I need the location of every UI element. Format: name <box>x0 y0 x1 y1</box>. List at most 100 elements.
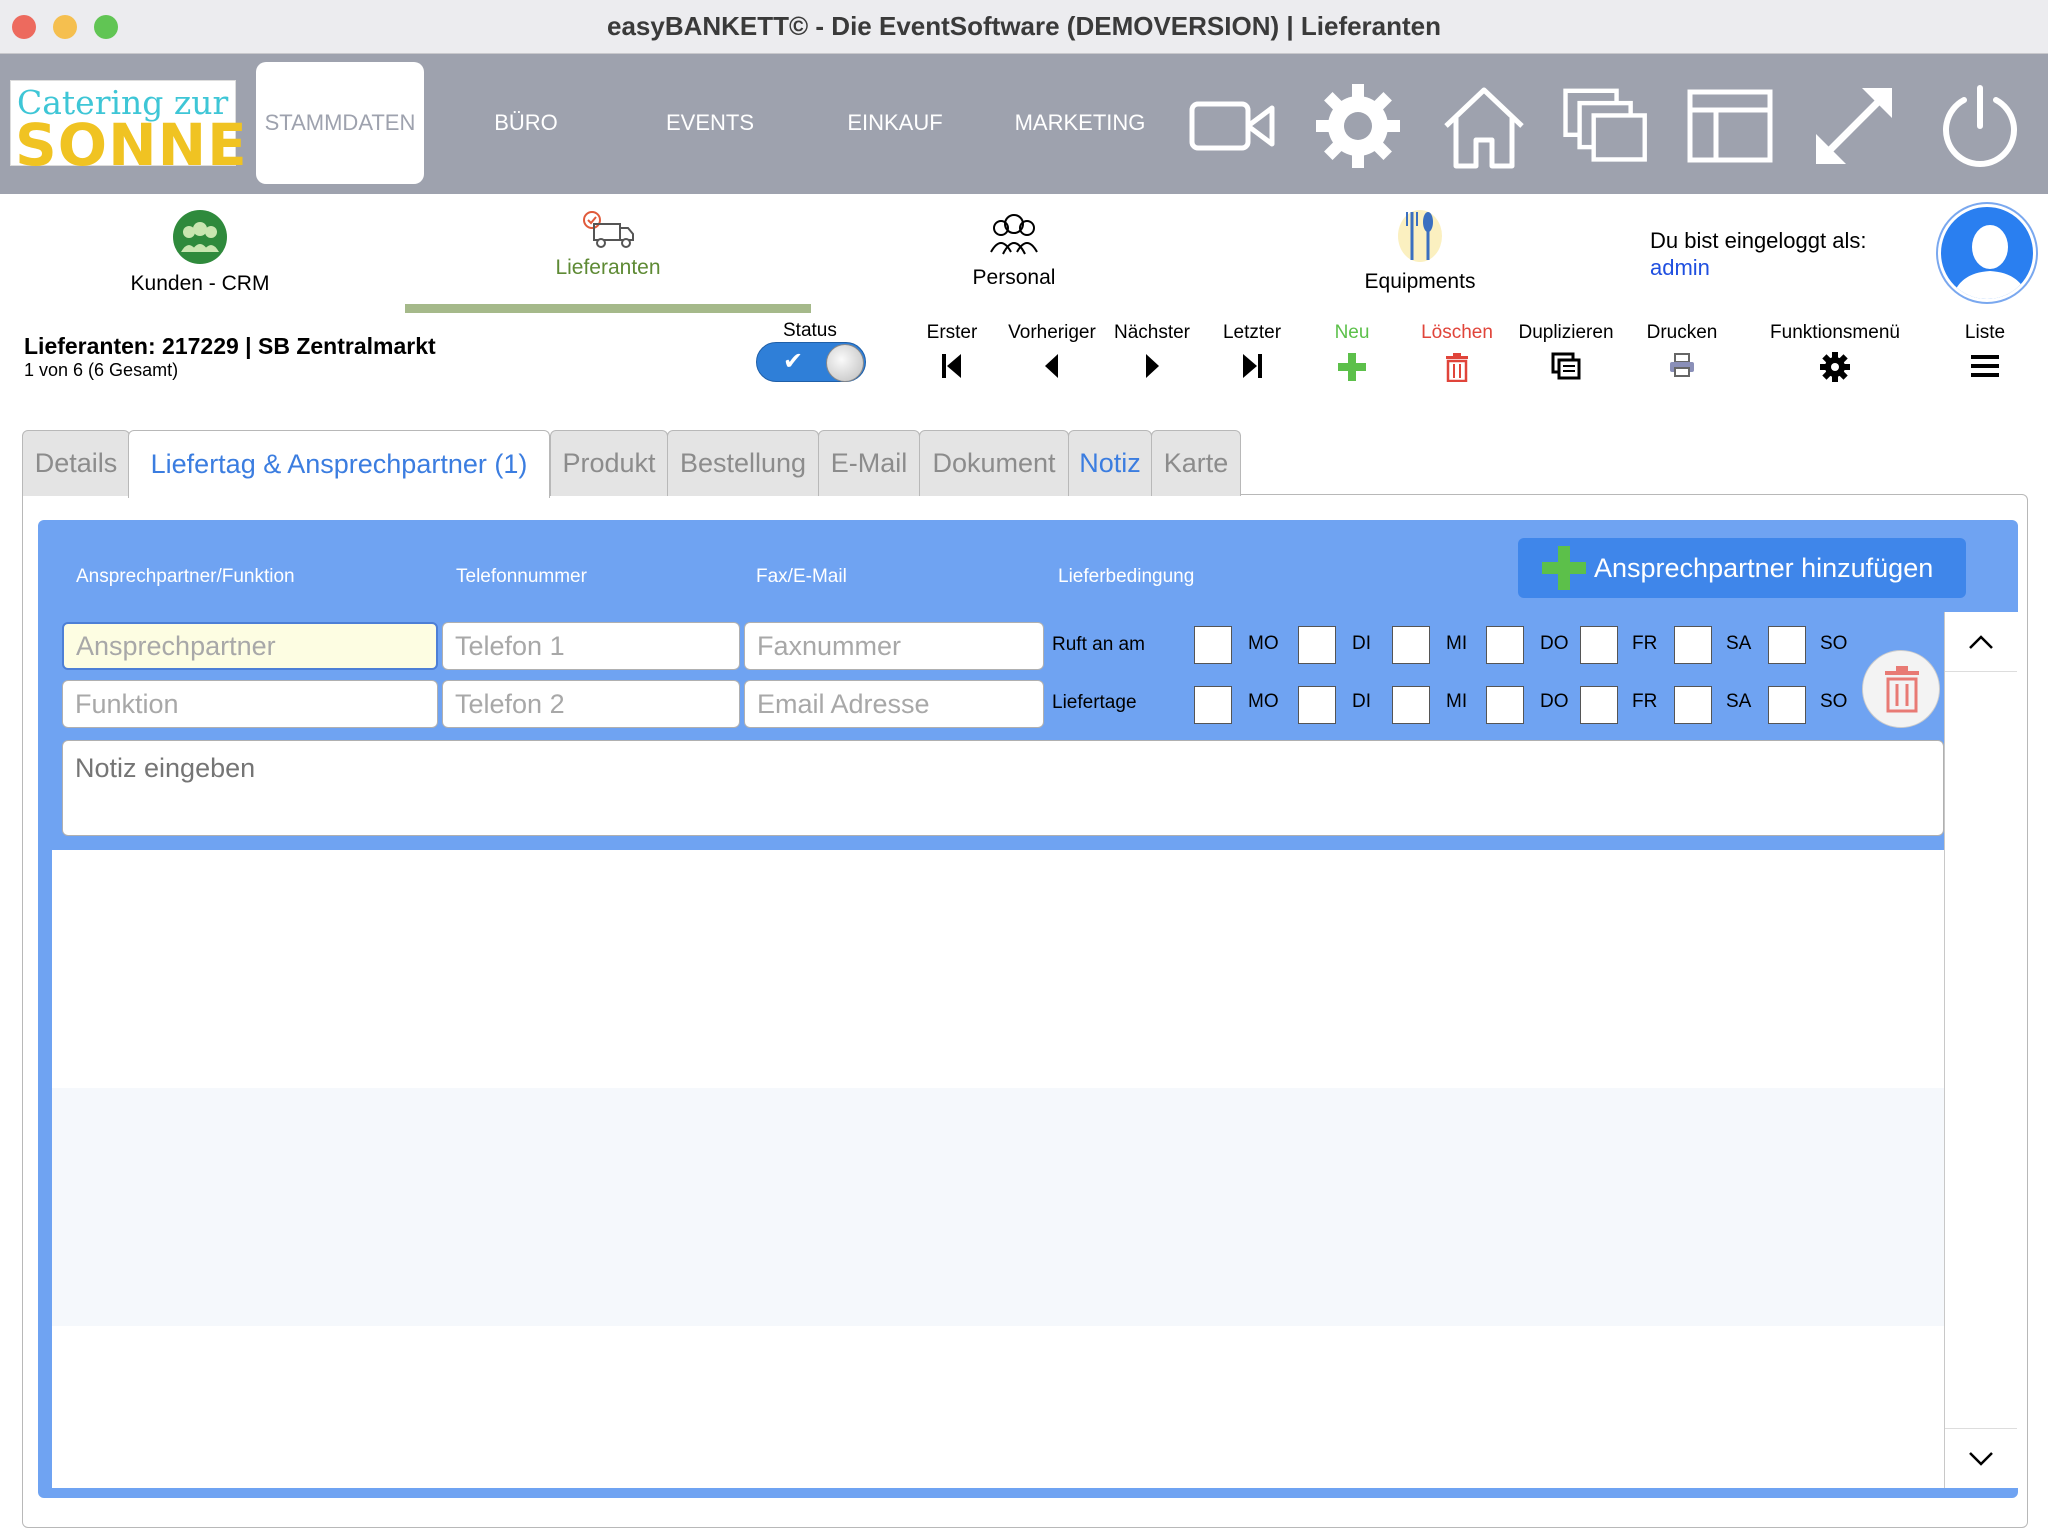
video-icon[interactable] <box>1188 82 1276 170</box>
tab-produkt[interactable]: Produkt <box>550 430 668 496</box>
day-label: MO <box>1248 633 1279 654</box>
nav-tab-stammdaten[interactable]: STAMMDATEN <box>256 62 424 184</box>
calls-checkbox-sa[interactable] <box>1674 626 1712 664</box>
function-menu-button[interactable]: Funktionsmenü <box>1760 322 1910 382</box>
delivery-days-label: Liefertage <box>1052 692 1137 713</box>
duplicate-icon <box>1551 352 1581 380</box>
calls-checkbox-do[interactable] <box>1486 626 1524 664</box>
skip-first-icon <box>942 354 961 378</box>
delete-contact-button[interactable] <box>1862 650 1940 728</box>
status-toggle[interactable]: ✔ <box>756 342 866 382</box>
print-button[interactable]: Drucken <box>1636 322 1728 378</box>
login-label: Du bist eingeloggt als: <box>1650 228 1867 253</box>
delivery-checkbox-so[interactable] <box>1768 686 1806 724</box>
cutlery-icon <box>1398 210 1442 262</box>
module-lieferanten[interactable]: Lieferanten <box>520 210 696 280</box>
layout-icon[interactable] <box>1686 82 1774 170</box>
fullscreen-icon[interactable] <box>1810 82 1898 170</box>
delivery-truck-icon <box>583 211 634 248</box>
tab-liefertag-ansprechpartner[interactable]: Liefertag & Ansprechpartner (1) <box>128 430 550 498</box>
calls-checkbox-mo[interactable] <box>1194 626 1232 664</box>
day-label: SA <box>1726 691 1752 712</box>
active-module-indicator <box>405 304 811 313</box>
calls-checkbox-fr[interactable] <box>1580 626 1618 664</box>
tool-label: Löschen <box>1421 322 1493 343</box>
day-label: FR <box>1632 691 1658 712</box>
empty-row <box>52 1326 1944 1488</box>
tab-dokument[interactable]: Dokument <box>919 430 1069 496</box>
module-equipments[interactable]: Equipments <box>1330 208 1510 294</box>
delivery-checkbox-mi[interactable] <box>1392 686 1430 724</box>
delivery-checkbox-do[interactable] <box>1486 686 1524 724</box>
add-contact-button[interactable]: Ansprechpartner hinzufügen <box>1518 538 1966 598</box>
power-icon[interactable] <box>1936 82 2024 170</box>
tab-bestellung[interactable]: Bestellung <box>667 430 819 496</box>
delivery-checkbox-fr[interactable] <box>1580 686 1618 724</box>
delivery-checkbox-di[interactable] <box>1298 686 1336 724</box>
chevron-up-icon <box>1969 634 1993 649</box>
scroll-down-button[interactable] <box>1945 1428 2017 1488</box>
fax-input[interactable] <box>744 622 1044 670</box>
next-record-button[interactable]: Nächster <box>1108 322 1196 380</box>
phone1-input[interactable] <box>442 622 740 670</box>
scroll-up-button[interactable] <box>1945 612 2017 672</box>
delete-record-button[interactable]: Löschen <box>1410 322 1504 382</box>
last-record-button[interactable]: Letzter <box>1210 322 1294 380</box>
nav-tab-buero[interactable]: BÜRO <box>446 62 606 184</box>
note-input[interactable] <box>62 740 1944 836</box>
windows-icon[interactable] <box>1562 82 1650 170</box>
calls-checkbox-di[interactable] <box>1298 626 1336 664</box>
new-record-button[interactable]: Neu <box>1312 322 1392 382</box>
day-label: DI <box>1352 633 1371 654</box>
add-contact-label: Ansprechpartner hinzufügen <box>1594 552 1934 583</box>
delivery-checkbox-mo[interactable] <box>1194 686 1232 724</box>
list-view-button[interactable]: Liste <box>1950 322 2020 380</box>
first-record-button[interactable]: Erster <box>912 322 992 380</box>
skip-last-icon <box>1243 354 1262 378</box>
avatar[interactable] <box>1938 204 2036 302</box>
tool-label: Duplizieren <box>1518 322 1614 343</box>
login-user[interactable]: admin <box>1650 255 1710 281</box>
column-header-delivery: Lieferbedingung <box>1058 566 1195 587</box>
home-icon[interactable] <box>1440 82 1528 170</box>
function-input[interactable] <box>62 680 438 728</box>
module-personal[interactable]: Personal <box>924 212 1104 290</box>
tool-label: Nächster <box>1113 322 1191 343</box>
status-label: Status <box>783 320 837 341</box>
day-label: DO <box>1540 633 1569 654</box>
day-label: SO <box>1820 691 1848 712</box>
tab-details[interactable]: Details <box>22 430 130 496</box>
hamburger-icon <box>1971 355 1999 377</box>
day-label: DI <box>1352 691 1371 712</box>
window-title: easyBANKETT© - Die EventSoftware (DEMOVE… <box>606 11 1442 41</box>
printer-icon <box>1670 353 1694 377</box>
calls-checkbox-mi[interactable] <box>1392 626 1430 664</box>
check-icon: ✔ <box>783 348 804 375</box>
module-kunden-crm[interactable]: Kunden - CRM <box>110 210 290 296</box>
top-navigation: Catering zur SONNE STAMMDATEN BÜRO EVENT… <box>0 54 2048 194</box>
tab-notiz[interactable]: Notiz <box>1068 430 1152 496</box>
email-input[interactable] <box>744 680 1044 728</box>
trash-icon <box>1885 666 1919 713</box>
nav-tab-events[interactable]: EVENTS <box>630 62 790 184</box>
company-logo: Catering zur SONNE <box>10 80 247 179</box>
tab-karte[interactable]: Karte <box>1151 430 1241 496</box>
portal-scrollbar[interactable] <box>1944 612 2018 1488</box>
tool-label: Vorheriger <box>1008 322 1096 343</box>
plus-icon <box>1542 546 1586 590</box>
nav-tab-marketing[interactable]: MARKETING <box>1000 62 1160 184</box>
calls-checkbox-so[interactable] <box>1768 626 1806 664</box>
contact-name-input[interactable] <box>62 622 438 670</box>
chevron-down-icon <box>1969 1451 1993 1466</box>
calls-label: Ruft an am <box>1052 634 1145 655</box>
phone2-input[interactable] <box>442 680 740 728</box>
settings-gear-icon <box>1820 352 1850 382</box>
previous-record-button[interactable]: Vorheriger <box>1000 322 1104 380</box>
nav-tab-einkauf[interactable]: EINKAUF <box>815 62 975 184</box>
delivery-checkbox-sa[interactable] <box>1674 686 1712 724</box>
tab-email[interactable]: E-Mail <box>818 430 920 496</box>
empty-row <box>52 850 1944 1088</box>
duplicate-record-button[interactable]: Duplizieren <box>1510 322 1622 380</box>
tool-label: Liste <box>1964 322 2006 343</box>
gear-icon[interactable] <box>1314 82 1402 170</box>
